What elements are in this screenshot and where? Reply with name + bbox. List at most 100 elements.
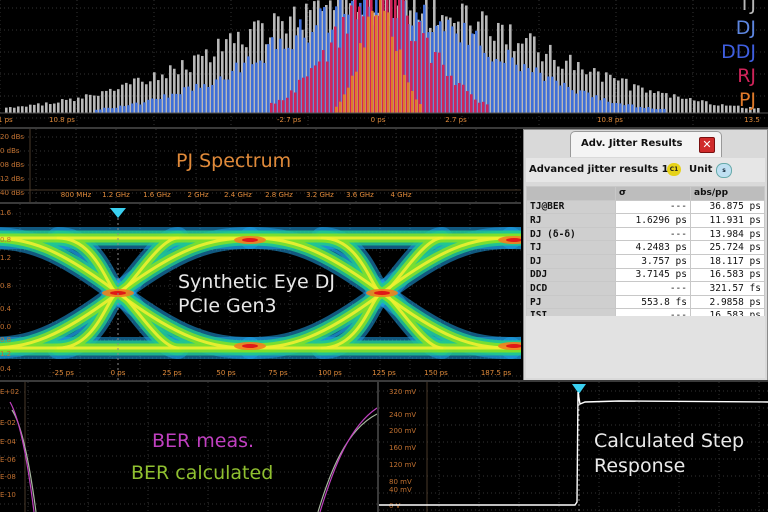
eye-title-line2: PCIe Gen3 xyxy=(178,295,277,317)
dialog-header-bar: Advanced jitter results 1 C1 Unit s xyxy=(526,158,765,182)
dj-bar xyxy=(155,98,158,113)
pj-bar xyxy=(367,16,370,113)
eye-trace-blue xyxy=(500,227,521,250)
pj-x-tick-label: 3.2 GHz xyxy=(306,191,334,199)
pj-bar xyxy=(383,10,386,114)
dj-bar xyxy=(583,90,586,113)
pj-x-tick-label: 2.4 GHz xyxy=(224,191,252,199)
step-y-tick-label: 160 mV xyxy=(389,444,416,452)
eye-y-tick-label: 1.2 xyxy=(0,254,11,262)
dj-bar xyxy=(135,102,138,113)
ber-y-tick-label: E-04 xyxy=(0,438,16,446)
dj-bar xyxy=(599,100,602,113)
eye-x-tick-label: 25 ps xyxy=(162,369,182,377)
tj-bar xyxy=(17,106,20,113)
tj-bar xyxy=(25,106,28,113)
tj-bar xyxy=(669,97,672,113)
pj-y-tick-label: 20 dBs xyxy=(0,133,24,141)
tj-bar xyxy=(677,96,680,113)
trigger-marker-icon xyxy=(110,208,126,218)
ber-bathtub-panel: E+02 E-02 E-04 E-06 E-08 E-10 BER meas. BER c… xyxy=(0,382,377,512)
dj-bar xyxy=(547,76,550,113)
table-row: TJ 4.2483 ps 25.724 ps xyxy=(526,240,765,255)
rj-bar xyxy=(294,92,297,113)
dj-bar xyxy=(171,93,174,113)
dj-bar xyxy=(123,106,126,113)
dj-bar xyxy=(103,107,106,113)
legend-dj: DJ xyxy=(735,17,756,39)
dj-bar xyxy=(131,103,134,113)
rj-bar xyxy=(470,94,473,113)
dj-bar xyxy=(631,104,634,113)
hist-x-tick-label: -1 ps xyxy=(0,116,13,124)
table-row: DDJ 3.7145 ps 16.583 ps xyxy=(526,267,765,283)
column-header xyxy=(526,186,616,201)
pj-bar xyxy=(335,106,338,113)
rj-bar xyxy=(438,52,441,113)
pj-bar xyxy=(419,104,422,113)
tj-bar xyxy=(41,105,44,113)
dj-bar xyxy=(255,62,258,113)
dj-bar xyxy=(503,62,506,113)
rj-bar xyxy=(418,22,421,113)
adv-jitter-results-dialog[interactable]: Adv. Jitter Results ✕ Advanced jitter re… xyxy=(523,129,768,381)
channel-badge[interactable]: C1 xyxy=(667,163,681,176)
dj-bar xyxy=(243,62,246,113)
tj-bar xyxy=(681,98,684,113)
eye-x-tick-label: 75 ps xyxy=(268,369,288,377)
pj-bar xyxy=(415,99,418,113)
ber-y-tick-label: E-06 xyxy=(0,456,16,464)
pj-bar xyxy=(363,47,366,113)
tj-bar xyxy=(85,94,88,113)
tj-bar xyxy=(697,101,700,113)
pj-x-tick-label: 3.6 GHz xyxy=(346,191,374,199)
eye-x-tick-label: 150 ps xyxy=(424,369,448,377)
row-sigma: --- xyxy=(615,281,691,296)
eye-x-tick-label: 100 ps xyxy=(318,369,342,377)
close-button[interactable]: ✕ xyxy=(699,137,715,153)
tj-bar xyxy=(61,99,64,113)
row-name: DCD xyxy=(526,281,616,296)
pj-x-tick-label: 800 MHz xyxy=(61,191,92,199)
eye-diagram-panel: 1.6 0.8 1.2 0.8 0.4 0.0 0.8 1.2 0.4 -25 ps 0 ps 25 … xyxy=(0,204,521,380)
hist-x-tick-label: 0 ps xyxy=(371,116,386,124)
dj-bar xyxy=(491,61,494,113)
dj-bar xyxy=(507,49,510,113)
dj-bar xyxy=(567,86,570,113)
tj-bar xyxy=(673,94,676,113)
hist-x-tick-label: 10.8 ps xyxy=(49,116,75,124)
eye-hotspot-core xyxy=(242,238,258,242)
dj-bar xyxy=(511,57,514,113)
dj-bar xyxy=(215,79,218,113)
dj-bar xyxy=(195,83,198,113)
unit-selector[interactable]: s xyxy=(716,163,732,178)
tj-bar xyxy=(77,97,80,113)
dj-bar xyxy=(647,107,650,113)
row-abspp: 11.931 ps xyxy=(690,213,765,228)
tj-bar xyxy=(29,104,32,113)
pj-bar xyxy=(407,82,410,113)
dj-bar xyxy=(203,84,206,113)
step-y-tick-label: 40 mV xyxy=(389,486,412,494)
dialog-title-tab[interactable]: Adv. Jitter Results ✕ xyxy=(570,131,722,157)
dj-bar xyxy=(587,92,590,113)
dj-bar xyxy=(611,103,614,113)
row-abspp: 36.875 ps xyxy=(690,199,765,215)
rj-bar xyxy=(434,52,437,113)
rj-bar xyxy=(430,62,433,113)
row-name: PJ xyxy=(526,294,616,310)
eye-y-tick-label: 1.2 xyxy=(0,350,11,358)
tj-bar xyxy=(69,98,72,113)
dj-bar xyxy=(563,82,566,113)
rj-bar xyxy=(330,42,333,113)
legend-rj: RJ xyxy=(737,65,756,87)
tj-bar xyxy=(13,107,16,113)
rj-bar xyxy=(454,85,457,113)
tj-bar xyxy=(49,104,52,113)
dj-bar xyxy=(139,104,142,113)
legend-ddj: DDJ xyxy=(721,41,756,63)
dj-bar xyxy=(595,95,598,113)
rj-bar xyxy=(282,100,285,113)
row-abspp: 13.984 ps xyxy=(690,226,765,242)
dialog-title: Adv. Jitter Results xyxy=(581,138,683,149)
